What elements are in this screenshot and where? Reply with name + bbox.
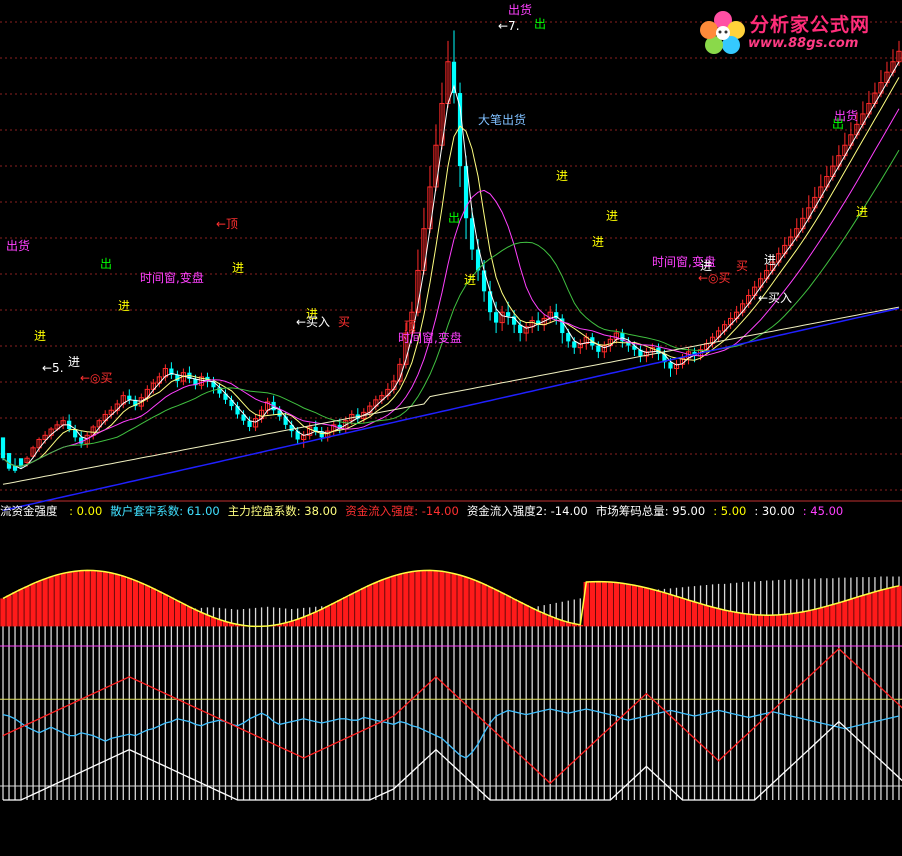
legend-item: 市场筹码总量: 95.00 [595, 504, 706, 518]
chart-annotation: 进 [68, 355, 80, 369]
candle-body [596, 345, 601, 352]
legend-item: 资金流入强度2: -14.00 [466, 504, 588, 518]
chart-annotation: 进 [764, 253, 776, 267]
flower-logo-icon [700, 11, 745, 54]
candle-body [481, 270, 487, 292]
chart-annotation: 顶 [404, 319, 416, 333]
chart-annotation: 出 [832, 117, 844, 131]
watermark-title: 分析家公式网 [750, 14, 871, 36]
watermark-url: www.88gs.com [748, 36, 859, 51]
candle-body [506, 312, 511, 317]
chart-annotation: 进 [232, 261, 244, 275]
candle-body [493, 312, 499, 323]
chart-annotation: ←5. [42, 361, 64, 375]
chart-annotation: 出货 [508, 2, 532, 17]
legend-item: 散户套牢系数: 61.00 [110, 504, 220, 518]
candle-body [572, 341, 577, 348]
legend-item: : 30.00 [754, 504, 795, 518]
chart-annotation: ←买入 [296, 315, 330, 329]
chart-annotation: 进 [118, 299, 130, 313]
candle-body [566, 333, 571, 342]
legend-item: : 5.00 [713, 504, 747, 518]
chart-annotation: 出 [448, 211, 460, 225]
chart-annotation: 进 [464, 273, 476, 287]
indicator-legend: 流资金强度 : 0.00 散户套牢系数: 61.00 主力控盘系数: 38.00 资金… [0, 503, 843, 519]
candle-body [229, 399, 234, 407]
chart-annotation: ←7. [498, 19, 520, 33]
chart-annotation: 出 [100, 257, 112, 271]
chart-annotation: 进 [856, 205, 868, 219]
chart-annotation: 进 [592, 235, 604, 249]
chart-annotation: 进 [606, 209, 618, 223]
chart-root: 出货出进进 ←5. 进 ←◎买 ←顶进时间窗,变盘进 ←买入买时间窗,变盘顶出进大笔出货出… [0, 0, 902, 852]
chart-annotation: 进 [34, 329, 46, 343]
candle-body [668, 362, 673, 369]
legend-item: 主力控盘系数: 38.00 [227, 504, 338, 518]
candle-body [127, 395, 132, 400]
chart-annotation: ←◎买 [80, 371, 113, 385]
candle-body [0, 437, 6, 459]
chart-annotation: 进 [556, 169, 568, 183]
chart-annotation: 买 [736, 259, 748, 273]
chart-annotation: 买 [338, 315, 350, 329]
main-chart: 出货出进进←5. 进←◎买←顶进时间窗,变盘进←买入 买时间窗,变盘顶出进大笔出货出… [0, 0, 902, 852]
legend-item: : 45.00 [802, 504, 844, 518]
chart-annotation: 出货 [6, 238, 30, 253]
legend-item: : 0.00 [69, 504, 103, 518]
candle-body [451, 61, 457, 94]
candle-body [469, 218, 475, 250]
legend-item: 资金流入强度: -14.00 [345, 504, 459, 518]
chart-annotation: ←◎买 [698, 271, 731, 285]
legend-indicator-name: 流资金强度 [0, 504, 58, 518]
chart-annotation: 出 [534, 17, 546, 31]
candle-body [247, 420, 252, 427]
chart-annotation: ←买入 [758, 291, 792, 305]
chart-annotation: 大笔出货 [478, 112, 526, 127]
candle-body [6, 453, 12, 469]
chart-annotation: 时间窗,变盘 [140, 270, 204, 285]
chart-annotation: ←顶 [216, 217, 238, 231]
legend-items: : 0.00 散户套牢系数: 61.00 主力控盘系数: 38.00 资金流入强度: … [61, 504, 843, 518]
watermark: 分析家公式网 www.88gs.com [696, 6, 896, 58]
